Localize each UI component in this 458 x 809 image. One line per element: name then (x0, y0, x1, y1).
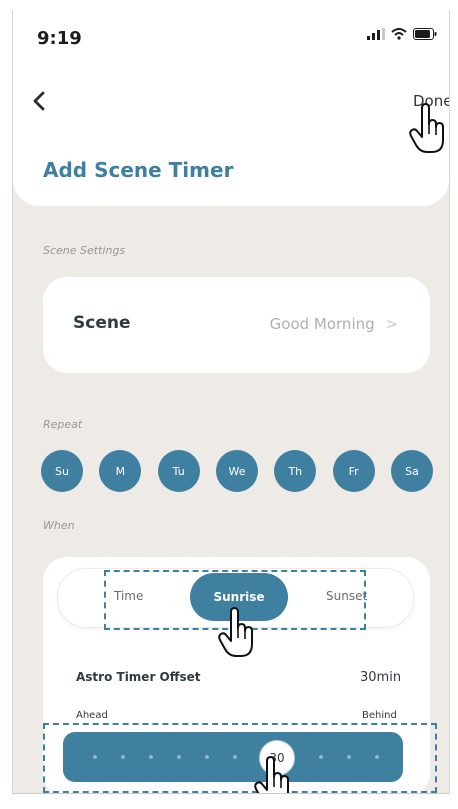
scene-value[interactable]: Good Morning > (270, 315, 398, 333)
when-label: When (43, 519, 75, 532)
scene-row[interactable]: Scene Good Morning > (43, 277, 430, 373)
repeat-days: Su M Tu We Th Fr Sa (41, 450, 433, 492)
pointer-hand-icon (409, 103, 444, 153)
repeat-label: Repeat (43, 418, 83, 431)
chevron-left-icon[interactable] (27, 88, 53, 114)
pointer-hand-icon (218, 607, 253, 657)
day-button-fr[interactable]: Fr (332, 450, 375, 492)
behind-label: Behind (362, 710, 397, 721)
wifi-icon (391, 28, 407, 40)
day-button-m[interactable]: M (99, 450, 142, 492)
astro-offset-label: Astro Timer Offset (76, 670, 201, 684)
page-title: Add Scene Timer (43, 158, 234, 182)
status-time: 9:19 (37, 28, 82, 49)
day-button-we[interactable]: We (215, 450, 258, 492)
battery-icon (413, 28, 437, 40)
phone-screen: 9:19 Done Add Scene Timer Scene Settings… (12, 10, 450, 794)
chevron-right-icon: > (385, 315, 398, 333)
status-icons (367, 28, 437, 40)
scene-settings-label: Scene Settings (43, 244, 126, 257)
pointer-hand-icon (254, 756, 289, 793)
slider-highlight-box (43, 723, 437, 793)
scene-value-text: Good Morning (269, 315, 375, 333)
day-button-su[interactable]: Su (41, 450, 83, 492)
day-button-th[interactable]: Th (274, 450, 317, 492)
day-button-sa[interactable]: Sa (390, 450, 433, 492)
ahead-label: Ahead (76, 710, 108, 721)
signal-icon (367, 28, 385, 40)
astro-offset-value: 30min (360, 670, 402, 685)
scene-label: Scene (73, 313, 131, 333)
header-panel: 9:19 Done Add Scene Timer (13, 10, 449, 206)
day-button-tu[interactable]: Tu (157, 450, 200, 492)
